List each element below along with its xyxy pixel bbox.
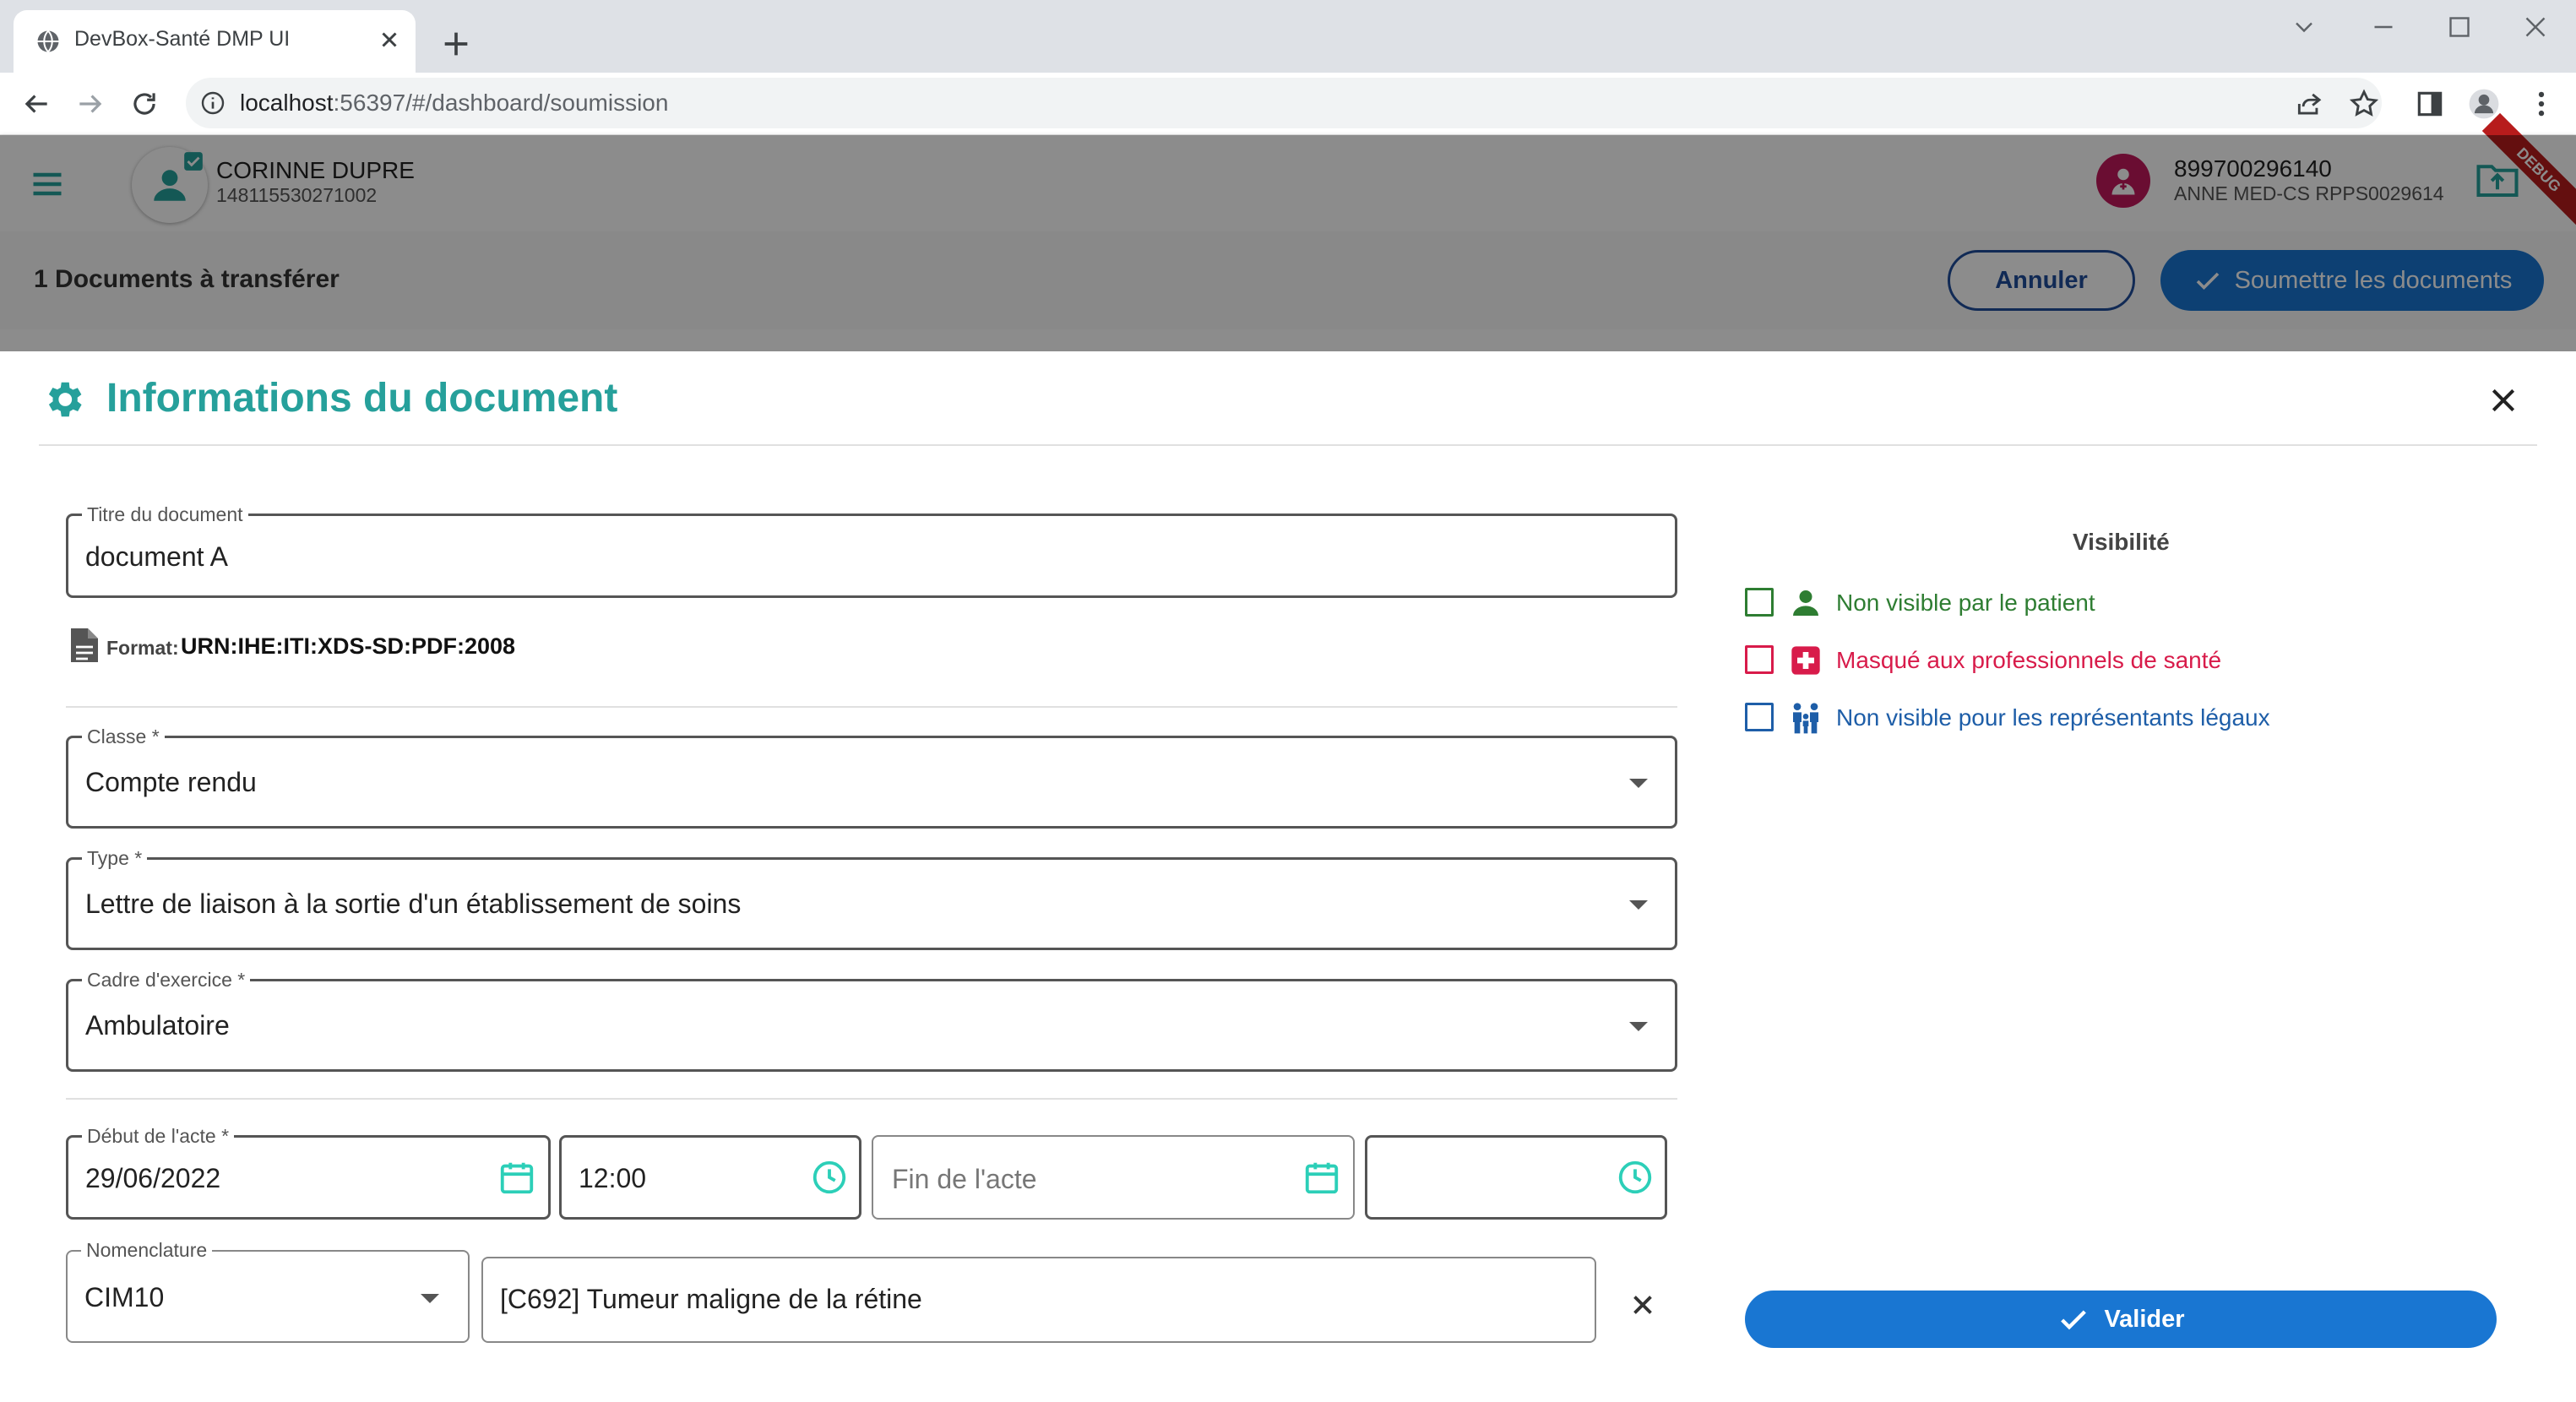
- medical-cross-icon: [1791, 646, 1820, 675]
- minimize-icon[interactable]: [2368, 12, 2399, 42]
- reload-icon[interactable]: [128, 88, 160, 120]
- checkbox[interactable]: [1745, 645, 1774, 674]
- format-label: Format:: [106, 637, 179, 659]
- cadre-value: Ambulatoire: [85, 1010, 230, 1041]
- dropdown-arrow-icon: [1629, 900, 1648, 910]
- more-menu-icon[interactable]: [2525, 88, 2557, 120]
- visibility-title: Visibilité: [2073, 529, 2170, 555]
- start-time-field[interactable]: 12:00: [559, 1135, 861, 1220]
- bookmark-star-icon[interactable]: [2348, 88, 2380, 120]
- type-label: Type *: [82, 846, 148, 870]
- person-icon: [1793, 590, 1818, 616]
- visibility-label-professionals: Masqué aux professionnels de santé: [1836, 647, 2222, 673]
- document-title-field[interactable]: Titre du document document A: [66, 503, 1677, 598]
- close-icon[interactable]: [2486, 383, 2520, 417]
- dropdown-arrow-icon: [1629, 779, 1648, 788]
- side-panel-icon[interactable]: [2414, 88, 2446, 120]
- globe-icon: [37, 30, 59, 53]
- dropdown-arrow-icon: [1629, 1022, 1648, 1031]
- gear-icon: [48, 382, 82, 417]
- check-icon: [2061, 1310, 2087, 1330]
- validate-label: Valider: [2104, 1306, 2185, 1333]
- url-text: localhost:56397/#/dashboard/soumission: [240, 90, 669, 116]
- visibility-label-patient: Non visible par le patient: [1836, 590, 2095, 616]
- dialog-divider: [39, 444, 2537, 446]
- clock-icon[interactable]: [1616, 1158, 1655, 1197]
- cadre-exercice-select[interactable]: Cadre d'exercice * Ambulatoire: [66, 968, 1677, 1072]
- clock-icon[interactable]: [810, 1158, 849, 1197]
- chevron-down-icon[interactable]: [2289, 12, 2319, 42]
- end-date-field[interactable]: Fin de l'acte: [872, 1135, 1355, 1220]
- classe-select[interactable]: Classe * Compte rendu: [66, 725, 1677, 829]
- start-date-field[interactable]: Début de l'acte * 29/06/2022: [66, 1124, 551, 1220]
- end-date-placeholder: Fin de l'acte: [892, 1164, 1037, 1194]
- tab-title: DevBox-Santé DMP UI: [74, 27, 291, 51]
- new-tab-icon[interactable]: [439, 27, 473, 61]
- start-date-value: 29/06/2022: [85, 1163, 221, 1193]
- calendar-icon[interactable]: [497, 1158, 536, 1197]
- classe-label: Classe *: [82, 725, 165, 748]
- nomenclature-value: CIM10: [84, 1282, 165, 1312]
- dialog-title: Informations du document: [106, 376, 618, 421]
- clear-icon[interactable]: [1627, 1289, 1659, 1321]
- modal-backdrop[interactable]: [0, 135, 2576, 351]
- dropdown-arrow-icon: [421, 1294, 439, 1303]
- nomenclature-select[interactable]: Nomenclature CIM10: [66, 1238, 470, 1343]
- nomenclature-label: Nomenclature: [81, 1238, 213, 1262]
- maximize-icon[interactable]: [2444, 12, 2475, 42]
- format-value: URN:IHE:ITI:XDS-SD:PDF:2008: [181, 633, 516, 659]
- address-bar[interactable]: localhost:56397/#/dashboard/soumission: [186, 78, 2382, 128]
- start-time-value: 12:00: [579, 1163, 647, 1193]
- tab-close-icon[interactable]: [377, 27, 402, 52]
- start-date-label: Début de l'acte *: [82, 1124, 235, 1148]
- section-divider: [66, 706, 1677, 708]
- document-info-dialog: Informations du document Titre du docume…: [0, 351, 2576, 1402]
- browser-toolbar: localhost:56397/#/dashboard/soumission: [0, 73, 2576, 135]
- forward-icon[interactable]: [74, 88, 106, 120]
- visibility-label-legal-representatives: Non visible pour les représentants légau…: [1836, 704, 2270, 731]
- type-select[interactable]: Type * Lettre de liaison à la sortie d'u…: [66, 846, 1677, 950]
- window-close-icon[interactable]: [2520, 12, 2551, 42]
- document-title-label: Titre du document: [82, 503, 248, 526]
- info-icon[interactable]: [199, 90, 226, 117]
- browser-tab[interactable]: DevBox-Santé DMP UI: [14, 10, 416, 73]
- diagnosis-code-value: [C692] Tumeur maligne de la rétine: [500, 1284, 922, 1314]
- calendar-icon[interactable]: [1302, 1158, 1341, 1197]
- document-icon: [71, 628, 98, 662]
- section-divider: [66, 1098, 1677, 1100]
- profile-icon[interactable]: [2468, 88, 2500, 120]
- classe-value: Compte rendu: [85, 767, 257, 797]
- document-title-value: document A: [85, 541, 228, 572]
- share-icon[interactable]: [2294, 88, 2326, 120]
- checkbox[interactable]: [1745, 588, 1774, 617]
- back-icon[interactable]: [20, 88, 52, 120]
- validate-button[interactable]: Valider: [1745, 1291, 2497, 1348]
- cadre-label: Cadre d'exercice *: [82, 968, 251, 992]
- diagnosis-code-field[interactable]: [C692] Tumeur maligne de la rétine: [481, 1257, 1596, 1343]
- type-value: Lettre de liaison à la sortie d'un établ…: [85, 888, 742, 919]
- end-time-field[interactable]: [1365, 1135, 1667, 1220]
- browser-tabstrip: DevBox-Santé DMP UI: [0, 0, 2576, 73]
- checkbox[interactable]: [1745, 703, 1774, 731]
- family-icon: [1793, 703, 1818, 734]
